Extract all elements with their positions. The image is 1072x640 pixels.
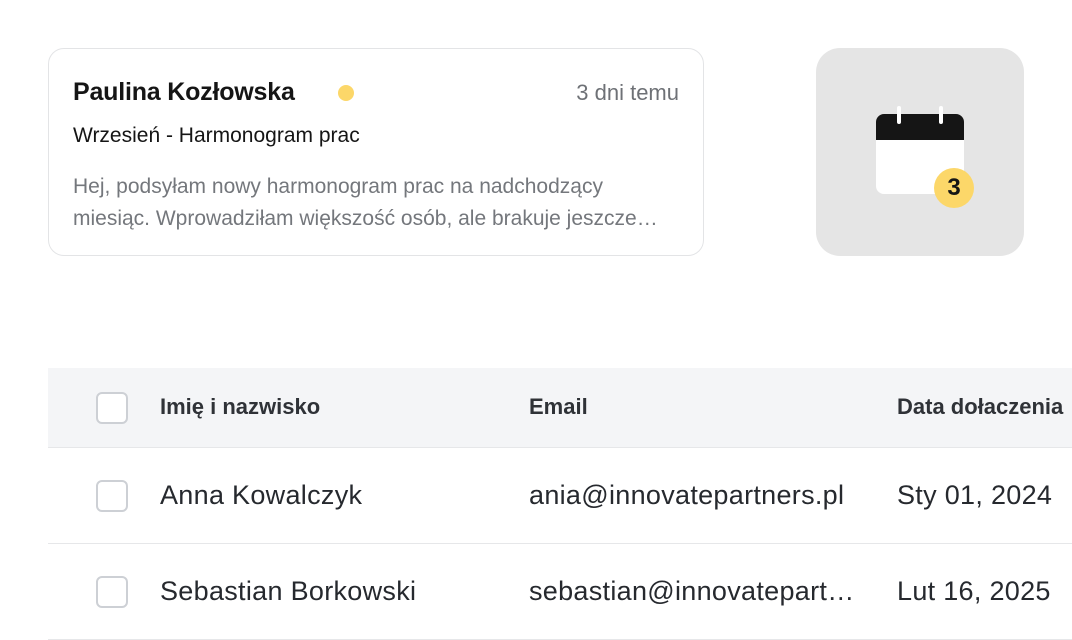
table-row[interactable]: Anna Kowalczyk ania@innovatepartners.pl … bbox=[48, 448, 1072, 544]
column-header-name[interactable]: Imię i nazwisko bbox=[160, 394, 500, 420]
message-subject: Wrzesień - Harmonogram prac bbox=[73, 124, 360, 147]
calendar-tile[interactable]: 3 bbox=[816, 48, 1024, 256]
unread-indicator bbox=[338, 85, 354, 101]
message-sender: Paulina Kozłowska bbox=[73, 78, 295, 106]
column-header-email[interactable]: Email bbox=[529, 394, 869, 420]
user-join-date: Lut 16, 2025 bbox=[897, 576, 1051, 606]
select-all-checkbox[interactable] bbox=[96, 392, 128, 424]
row-checkbox[interactable] bbox=[96, 480, 128, 512]
user-name: Sebastian Borkowski bbox=[160, 576, 417, 606]
table-row[interactable]: Sebastian Borkowski sebastian@innovatepa… bbox=[48, 544, 1072, 640]
user-email: sebastian@innovatepartners.pl bbox=[529, 576, 859, 606]
row-checkbox[interactable] bbox=[96, 576, 128, 608]
column-header-date[interactable]: Data dołaczenia bbox=[897, 394, 1072, 420]
message-time: 3 dni temu bbox=[576, 80, 679, 105]
user-join-date: Sty 01, 2024 bbox=[897, 480, 1053, 510]
user-email: ania@innovatepartners.pl bbox=[529, 480, 845, 510]
message-card[interactable]: Paulina Kozłowska 3 dni temu Wrzesień - … bbox=[48, 48, 704, 256]
message-preview: Hej, podsyłam nowy harmonogram prac na n… bbox=[73, 175, 637, 230]
table-header: Imię i nazwisko Email Data dołaczenia bbox=[48, 368, 1072, 448]
users-table: Imię i nazwisko Email Data dołaczenia An… bbox=[48, 368, 1072, 640]
calendar-badge: 3 bbox=[934, 168, 974, 208]
user-name: Anna Kowalczyk bbox=[160, 480, 363, 510]
